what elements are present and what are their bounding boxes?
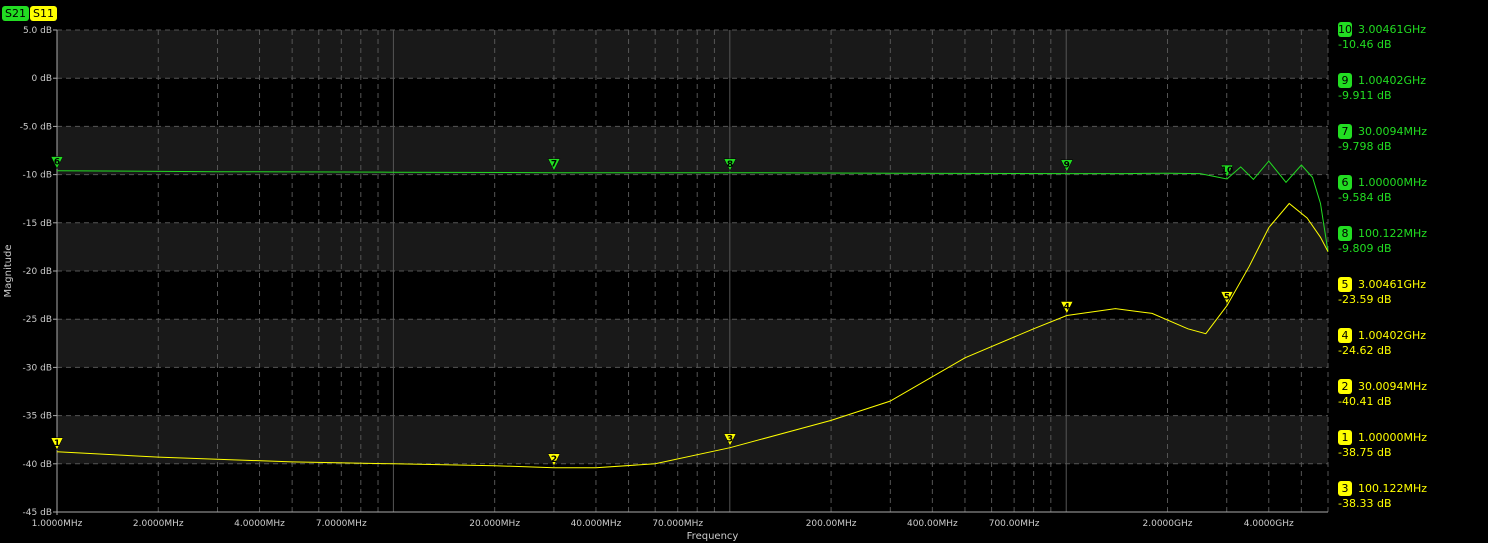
x-axis-label: Frequency — [687, 531, 739, 542]
x-tick-label: 4.0000MHz — [234, 519, 285, 529]
marker-readout-frequency: 1.00000MHz — [1358, 431, 1428, 444]
marker-readout-1[interactable]: 1 1.00000MHz -38.75 dB — [1338, 430, 1427, 459]
marker-readout-badge: 4 — [1338, 328, 1352, 343]
marker-readout-badge: 6 — [1338, 175, 1352, 190]
marker-readout-9[interactable]: 9 1.00402GHz -9.911 dB — [1338, 73, 1426, 102]
x-tick-label: 40.000MHz — [571, 519, 622, 529]
band — [57, 319, 1328, 368]
marker-readout-frequency: 100.122MHz — [1358, 227, 1428, 240]
band — [57, 30, 1328, 79]
marker-readout-7[interactable]: 7 30.0094MHz -9.798 dB — [1338, 124, 1427, 153]
marker-readout-badge: 9 — [1338, 73, 1352, 88]
y-tick-label: -20 dB — [23, 267, 52, 277]
y-tick-label: -45 dB — [23, 508, 52, 518]
marker-readout-badge: 1 — [1338, 430, 1352, 445]
marker-label: 3 — [727, 435, 733, 445]
marker-readout-value: -10.46 dB — [1338, 38, 1392, 51]
y-tick-label: -5.0 dB — [20, 122, 52, 132]
marker-readout-value: -9.584 dB — [1338, 191, 1392, 204]
marker-readout-value: -9.809 dB — [1338, 242, 1392, 255]
x-tick-label: 70.000MHz — [652, 519, 703, 529]
marker-readout-value: -40.41 dB — [1338, 395, 1392, 408]
x-tick-label: 200.00MHz — [806, 519, 857, 529]
x-tick-label: 700.00MHz — [989, 519, 1040, 529]
marker-readout-frequency: 1.00000MHz — [1358, 176, 1428, 189]
y-tick-label: -40 dB — [23, 460, 52, 470]
marker-readout-5[interactable]: 5 3.00461GHz -23.59 dB — [1338, 277, 1426, 306]
marker-readout-badge: 10 — [1338, 22, 1352, 37]
marker-label: 8 — [727, 160, 733, 170]
band — [57, 222, 1328, 271]
marker-label: 7 — [551, 160, 557, 170]
marker-readout-frequency: 1.00402GHz — [1358, 329, 1427, 342]
marker-readout-frequency: 30.0094MHz — [1358, 380, 1428, 393]
marker-readout-badge: 7 — [1338, 124, 1352, 139]
marker-readout-2[interactable]: 2 30.0094MHz -40.41 dB — [1338, 379, 1427, 408]
marker-readout-frequency: 30.0094MHz — [1358, 125, 1428, 138]
marker-readout-badge: 2 — [1338, 379, 1352, 394]
marker-readout-value: -9.911 dB — [1338, 89, 1392, 102]
marker-readout-badge: 5 — [1338, 277, 1352, 292]
marker-readout-value: -38.75 dB — [1338, 446, 1392, 459]
marker-label: 1 — [54, 439, 60, 449]
marker-readout-badge: 8 — [1338, 226, 1352, 241]
x-tick-label: 4.0000GHz — [1244, 519, 1294, 529]
band — [57, 415, 1328, 464]
x-tick-label: 2.0000GHz — [1143, 519, 1193, 529]
y-axis-label: Magnitude — [3, 245, 14, 298]
marker-readout-frequency: 1.00402GHz — [1358, 74, 1427, 87]
marker-10: 10 — [1220, 164, 1234, 178]
marker-readout-10[interactable]: 10 3.00461GHz -10.46 dB — [1338, 22, 1426, 51]
y-tick-label: -30 dB — [23, 363, 52, 373]
marker-readout-value: -9.798 dB — [1338, 140, 1392, 153]
marker-readout-value: -24.62 dB — [1338, 344, 1392, 357]
marker-readout-frequency: 3.00461GHz — [1358, 23, 1427, 36]
y-tick-label: -25 dB — [23, 315, 52, 325]
y-tick-label: 0 dB — [32, 74, 52, 84]
marker-readout-value: -38.33 dB — [1338, 497, 1392, 510]
x-tick-label: 2.0000MHz — [133, 519, 184, 529]
x-tick-label: 400.00MHz — [907, 519, 958, 529]
marker-label: 10 — [1221, 166, 1234, 176]
y-tick-label: 5.0 dB — [23, 26, 52, 36]
x-tick-label: 7.0000MHz — [316, 519, 367, 529]
x-tick-label: 20.000MHz — [469, 519, 520, 529]
x-tick-label: 1.0000MHz — [32, 519, 83, 529]
marker-readout-3[interactable]: 3 100.122MHz -38.33 dB — [1338, 481, 1427, 510]
marker-readout-frequency: 100.122MHz — [1358, 482, 1428, 495]
y-tick-label: -10 dB — [23, 171, 52, 181]
marker-readout-8[interactable]: 8 100.122MHz -9.809 dB — [1338, 226, 1427, 255]
marker-label: 9 — [1064, 161, 1070, 171]
marker-readout-frequency: 3.00461GHz — [1358, 278, 1427, 291]
marker-readout-badge: 3 — [1338, 481, 1352, 496]
y-tick-label: -35 dB — [23, 412, 52, 422]
marker-label: 2 — [551, 455, 557, 465]
marker-readout-4[interactable]: 4 1.00402GHz -24.62 dB — [1338, 328, 1426, 357]
band — [57, 126, 1328, 175]
marker-label: 4 — [1064, 303, 1070, 313]
marker-readout-value: -23.59 dB — [1338, 293, 1392, 306]
marker-readout-6[interactable]: 6 1.00000MHz -9.584 dB — [1338, 175, 1427, 204]
magnitude-chart[interactable]: 5.0 dB 0 dB -5.0 dB -10 dB -15 dB -20 dB -25 d… — [0, 0, 1330, 543]
y-tick-label: -15 dB — [23, 219, 52, 229]
marker-label: 5 — [1224, 293, 1230, 303]
marker-4: 4 — [1060, 301, 1074, 315]
marker-label: 6 — [54, 158, 60, 168]
